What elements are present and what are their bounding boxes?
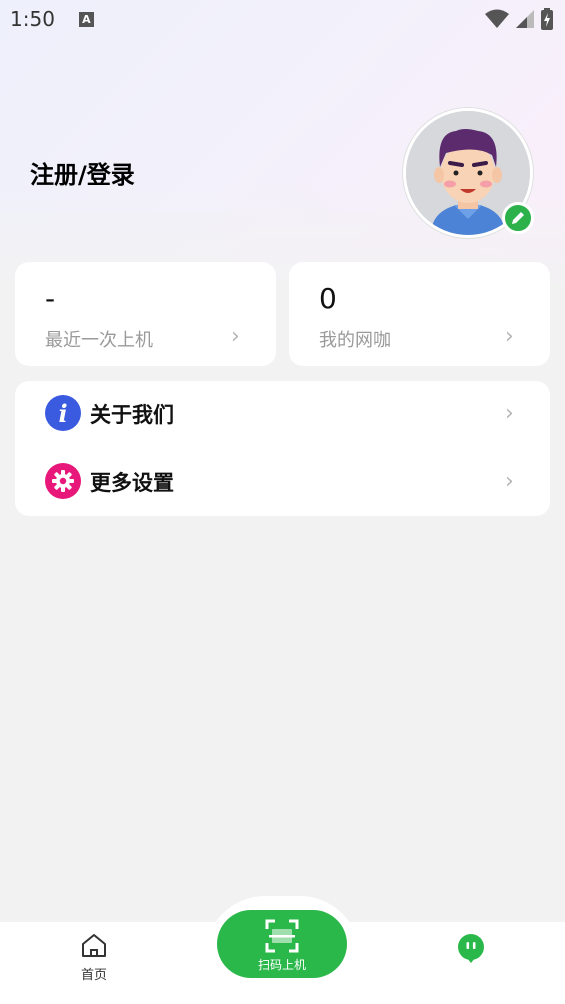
gear-icon — [45, 463, 81, 499]
notification-icon: A — [78, 11, 94, 27]
status-icons — [485, 8, 553, 30]
tab-home[interactable]: 首页 — [62, 932, 126, 983]
home-icon — [82, 934, 106, 957]
chevron-right-icon: › — [505, 324, 514, 349]
battery-icon — [541, 8, 553, 30]
my-cafes-label: 我的网咖 — [319, 330, 391, 351]
pencil-icon — [512, 212, 524, 224]
recent-session-label: 最近一次上机 — [45, 330, 153, 351]
info-icon: i — [45, 395, 81, 431]
signal-icon — [516, 10, 534, 28]
tab-profile[interactable] — [456, 934, 486, 968]
scan-icon — [265, 919, 299, 953]
menu-item-about[interactable]: i 关于我们 › — [15, 381, 551, 449]
menu-card: i 关于我们 › 更多设置 › — [15, 381, 550, 516]
chevron-right-icon: › — [231, 324, 240, 349]
tab-home-label: 首页 — [80, 968, 107, 983]
svg-text:i: i — [58, 399, 67, 428]
wifi-icon — [485, 9, 509, 28]
chevron-right-icon: › — [505, 401, 514, 426]
chevron-right-icon: › — [505, 469, 514, 494]
menu-item-label: 关于我们 — [90, 403, 174, 427]
menu-item-label: 更多设置 — [90, 471, 174, 495]
menu-item-settings[interactable]: 更多设置 › — [15, 449, 551, 517]
recent-session-value: - — [45, 282, 56, 315]
scan-button-label: 扫码上机 — [257, 958, 306, 972]
status-time: 1:50 — [10, 7, 55, 31]
recent-session-card[interactable]: - 最近一次上机 › — [15, 262, 276, 366]
scan-to-login-button[interactable]: 扫码上机 — [217, 910, 347, 978]
my-cafes-value: 0 — [319, 282, 337, 315]
chat-bubble-icon — [458, 934, 484, 963]
status-bar: 1:50 A — [0, 0, 565, 38]
edit-avatar-button[interactable] — [502, 202, 534, 234]
my-cafes-card[interactable]: 0 我的网咖 › — [289, 262, 550, 366]
login-register-link[interactable]: 注册/登录 — [30, 155, 135, 190]
